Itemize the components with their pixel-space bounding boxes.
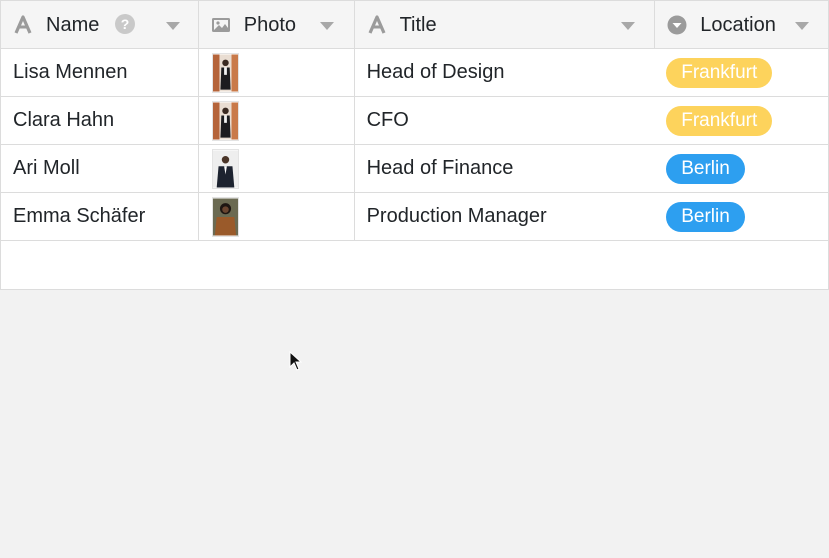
title-cell[interactable]: Head of Finance [355,145,655,192]
photo-cell[interactable] [199,49,355,96]
table-row[interactable]: Lisa Mennen Head of Design Frankfurt [1,49,829,97]
table-row[interactable]: Clara Hahn CFO Frankfurt [1,97,829,145]
location-badge: Frankfurt [666,105,773,136]
title-cell[interactable]: CFO [355,97,655,144]
photo-thumbnail[interactable] [211,148,239,189]
help-icon[interactable]: ? [115,14,135,34]
location-cell[interactable]: Frankfurt [654,97,829,144]
column-label: Name [46,14,100,36]
chevron-down-icon[interactable] [795,22,810,30]
chevron-down-icon[interactable] [166,22,180,30]
photo-cell[interactable] [199,97,355,144]
photo-thumbnail[interactable] [211,52,239,93]
location-cell[interactable]: Berlin [654,193,829,240]
mouse-cursor-icon [289,351,303,371]
photo-cell[interactable] [199,193,355,240]
title-cell[interactable]: Production Manager [355,193,655,240]
text-type-icon [14,15,32,34]
table-row[interactable]: Ari Moll Head of Finance Berlin [1,145,829,193]
location-badge: Berlin [666,153,745,184]
photo-thumbnail[interactable] [211,100,239,141]
name-cell[interactable]: Clara Hahn [1,97,199,144]
column-header-location[interactable]: Location [654,1,829,48]
column-header-name[interactable]: Name ? [1,1,199,48]
location-badge: Frankfurt [666,57,773,88]
photo-thumbnail[interactable] [211,196,239,237]
single-select-icon [667,15,687,35]
name-cell[interactable]: Ari Moll [1,145,199,192]
location-badge: Berlin [666,201,745,232]
location-cell[interactable]: Frankfurt [654,49,829,96]
table-row[interactable]: Emma Schäfer Production Manager Berlin [1,193,829,241]
column-label: Location [700,14,776,36]
chevron-down-icon[interactable] [620,22,635,30]
column-label: Photo [243,14,297,36]
name-cell[interactable]: Lisa Mennen [1,49,199,96]
image-icon [211,18,230,32]
name-cell[interactable]: Emma Schäfer [1,193,199,240]
column-header-title[interactable]: Title [355,1,655,48]
photo-cell[interactable] [199,145,355,192]
data-table: Name ? Photo Title Location Lisa Mennen … [0,0,829,290]
column-label: Title [399,14,437,36]
table-header-row: Name ? Photo Title Location [1,0,829,49]
title-cell[interactable]: Head of Design [355,49,655,96]
text-type-icon [368,15,386,34]
add-row-area[interactable] [1,241,829,290]
location-cell[interactable]: Berlin [654,145,829,192]
chevron-down-icon[interactable] [319,22,334,30]
column-header-photo[interactable]: Photo [199,1,355,48]
